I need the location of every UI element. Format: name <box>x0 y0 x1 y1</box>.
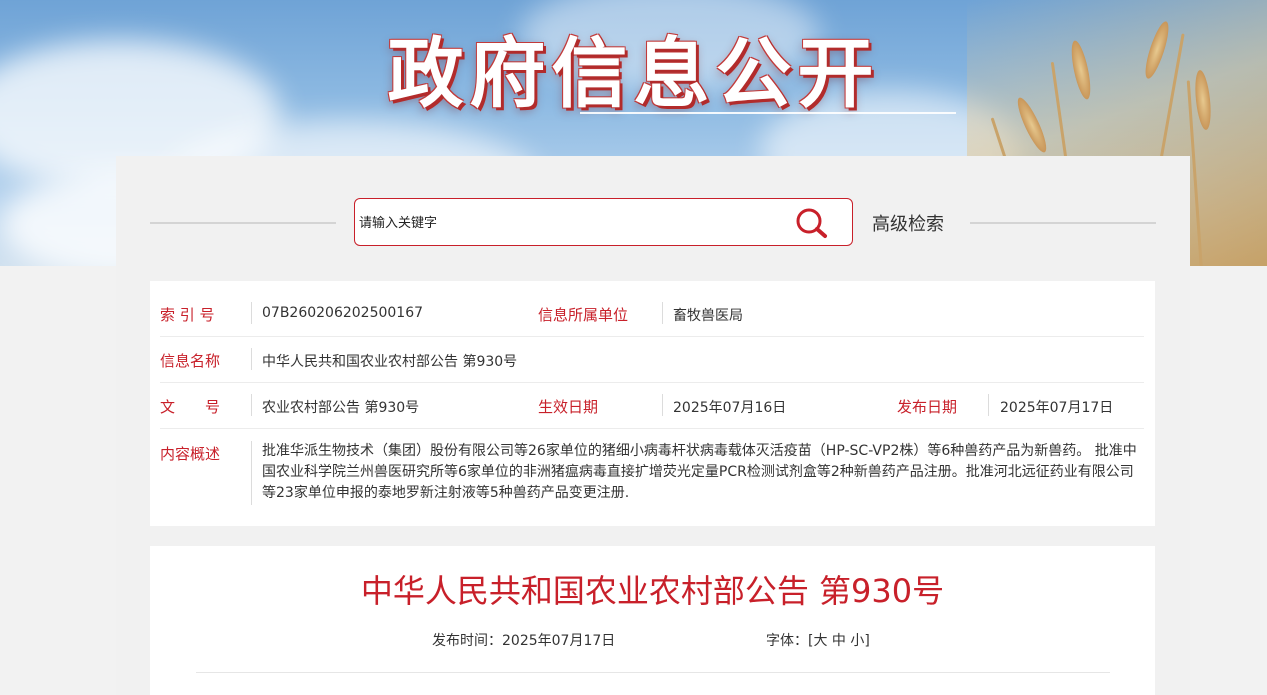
article-card: 中华人民共和国农业农村部公告 第930号 发布时间：2025年07月17日 字体… <box>150 546 1155 695</box>
publish-date-value: 2025年07月17日 <box>1000 400 1114 416</box>
advanced-search-link[interactable]: 高级检索 <box>872 210 944 236</box>
index-label: 索 引 号 <box>160 306 215 324</box>
name-label: 信息名称 <box>160 352 221 370</box>
publish-time-label: 发布时间： <box>432 633 502 649</box>
publish-time: 发布时间：2025年07月17日 <box>432 630 615 650</box>
search-box <box>354 198 853 246</box>
summary-text: 批准华派生物技术（集团）股份有限公司等26家单位的猪细小病毒杆状病毒载体灭活疫苗… <box>262 443 1137 501</box>
effective-date-value: 2025年07月16日 <box>673 400 787 416</box>
summary-label: 内容概述 <box>160 445 221 463</box>
info-row: 文 号 农业农村部公告 第930号 生效日期 2025年07月16日 发布日期 … <box>160 383 1144 429</box>
search-icon[interactable] <box>795 207 829 239</box>
divider <box>251 302 252 324</box>
doc-number-value: 农业农村部公告 第930号 <box>262 400 420 416</box>
font-large-option[interactable]: 大 <box>813 633 827 649</box>
divider <box>251 441 252 505</box>
name-value: 中华人民共和国农业农村部公告 第930号 <box>262 354 518 370</box>
unit-label: 信息所属单位 <box>538 306 629 324</box>
divider <box>988 394 989 416</box>
divider <box>662 302 663 324</box>
unit-value: 畜牧兽医局 <box>673 308 743 324</box>
info-row: 索 引 号 07B260206202500167 信息所属单位 畜牧兽医局 <box>160 291 1144 337</box>
font-size-label: 字体： <box>766 633 808 649</box>
divider <box>150 222 336 224</box>
divider <box>251 348 252 370</box>
search-input[interactable] <box>357 207 781 239</box>
divider <box>970 222 1156 224</box>
doc-number-label: 文 号 <box>160 398 221 416</box>
font-medium-option[interactable]: 中 <box>832 633 846 649</box>
index-value: 07B260206202500167 <box>262 305 424 321</box>
publish-date-label: 发布日期 <box>897 398 958 416</box>
effective-date-label: 生效日期 <box>538 398 599 416</box>
article-title: 中华人民共和国农业农村部公告 第930号 <box>360 572 945 610</box>
info-card: 索 引 号 07B260206202500167 信息所属单位 畜牧兽医局 信息… <box>150 281 1155 526</box>
divider <box>251 394 252 416</box>
divider <box>662 394 663 416</box>
info-row: 信息名称 中华人民共和国农业农村部公告 第930号 <box>160 337 1144 383</box>
bracket-close: ] <box>864 633 870 649</box>
title-underline <box>580 112 956 114</box>
font-small-option[interactable]: 小 <box>850 633 864 649</box>
page-title: 政府信息公开 <box>387 29 880 118</box>
font-size-selector: 字体：[大 中 小] <box>766 630 870 650</box>
publish-time-value: 2025年07月17日 <box>502 633 616 649</box>
divider <box>196 672 1110 673</box>
